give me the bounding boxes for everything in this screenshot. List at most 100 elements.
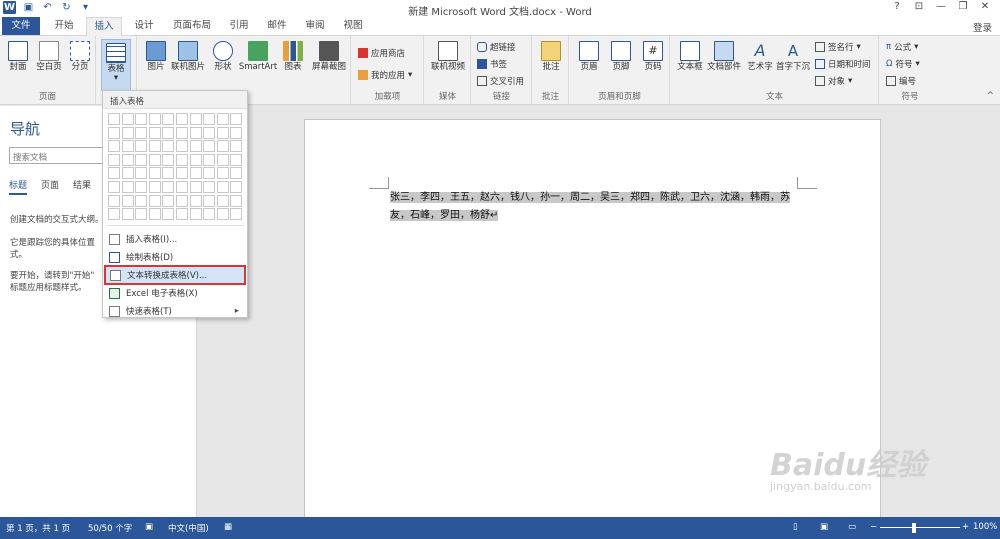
table-grid-cell[interactable] bbox=[121, 140, 134, 153]
table-grid-cell[interactable] bbox=[230, 140, 243, 153]
zoom-out-icon[interactable]: − bbox=[870, 522, 877, 532]
table-grid-cell[interactable] bbox=[108, 194, 120, 207]
table-grid-cell[interactable] bbox=[176, 181, 188, 193]
table-grid-cell[interactable] bbox=[108, 126, 120, 139]
table-grid-cell[interactable] bbox=[148, 113, 161, 125]
collapse-ribbon-icon[interactable]: ^ bbox=[986, 91, 994, 101]
drop-cap-button[interactable]: A 首字下沉 bbox=[775, 41, 811, 72]
comment-button[interactable]: 批注 bbox=[537, 41, 565, 72]
table-grid-cell[interactable] bbox=[203, 113, 216, 125]
bookmark-button[interactable]: 书签 bbox=[477, 58, 507, 70]
table-grid-cell[interactable] bbox=[162, 153, 175, 166]
table-grid-cell[interactable] bbox=[135, 181, 148, 193]
zoom-level[interactable]: 100% bbox=[973, 522, 997, 532]
tab-page-layout[interactable]: 页面布局 bbox=[166, 17, 218, 35]
table-grid-cell[interactable] bbox=[176, 208, 188, 221]
table-grid-cell[interactable] bbox=[216, 194, 229, 207]
quick-parts-button[interactable]: 文档部件 bbox=[705, 41, 743, 72]
signature-line-button[interactable]: 签名行 ▾ bbox=[815, 41, 861, 53]
nav-tab-pages[interactable]: 页面 bbox=[41, 178, 59, 195]
table-grid-cell[interactable] bbox=[135, 194, 148, 207]
table-grid-cell[interactable] bbox=[230, 153, 243, 166]
symbol-button[interactable]: Ω 符号 ▾ bbox=[886, 58, 920, 70]
zoom-in-icon[interactable]: + bbox=[962, 522, 969, 532]
cross-reference-button[interactable]: 交叉引用 bbox=[477, 75, 524, 87]
word-count[interactable]: 50/50 个字 bbox=[88, 522, 132, 534]
table-grid-cell[interactable] bbox=[121, 113, 134, 125]
table-grid-cell[interactable] bbox=[148, 181, 161, 193]
table-grid-cell[interactable] bbox=[189, 194, 202, 207]
wordart-button[interactable]: A 艺术字 bbox=[744, 41, 776, 72]
table-grid-cell[interactable] bbox=[230, 126, 243, 139]
table-grid-cell[interactable] bbox=[108, 208, 120, 221]
table-grid-cell[interactable] bbox=[203, 181, 216, 193]
table-grid-cell[interactable] bbox=[203, 194, 216, 207]
document-text[interactable]: 张三，李四，王五，赵六，钱八，孙一，周二，吴三，郑四，陈武，卫六，沈涵，韩雨，苏… bbox=[390, 189, 800, 225]
web-layout-icon[interactable]: ▭ bbox=[848, 522, 856, 532]
convert-text-to-table-menu-item[interactable]: 文本转换成表格(V)... bbox=[104, 265, 246, 285]
table-grid-cell[interactable] bbox=[189, 208, 202, 221]
table-grid-cell[interactable] bbox=[176, 126, 188, 139]
tab-home[interactable]: 开始 bbox=[46, 17, 82, 35]
table-grid-cell[interactable] bbox=[121, 208, 134, 221]
tab-file[interactable]: 文件 bbox=[2, 17, 40, 35]
page-number-button[interactable]: # 页码 bbox=[640, 41, 666, 72]
table-grid-cell[interactable] bbox=[108, 113, 120, 125]
tab-mailings[interactable]: 邮件 bbox=[260, 17, 294, 35]
help-icon[interactable]: ? bbox=[886, 1, 908, 12]
table-grid-cell[interactable] bbox=[189, 167, 202, 180]
table-grid-cell[interactable] bbox=[230, 167, 243, 180]
table-grid-cell[interactable] bbox=[148, 208, 161, 221]
online-pictures-button[interactable]: 联机图片 bbox=[170, 41, 206, 72]
table-grid-cell[interactable] bbox=[108, 140, 120, 153]
table-grid-cell[interactable] bbox=[135, 126, 148, 139]
table-grid-cell[interactable] bbox=[176, 194, 188, 207]
smartart-button[interactable]: SmartArt bbox=[238, 41, 278, 72]
header-button[interactable]: 页眉 bbox=[576, 41, 602, 72]
table-grid-cell[interactable] bbox=[135, 140, 148, 153]
table-grid-cell[interactable] bbox=[135, 167, 148, 180]
table-grid-cell[interactable] bbox=[216, 113, 229, 125]
table-grid-cell[interactable] bbox=[203, 140, 216, 153]
table-grid-cell[interactable] bbox=[108, 181, 120, 193]
page-count[interactable]: 第 1 页，共 1 页 bbox=[6, 522, 70, 534]
zoom-slider[interactable] bbox=[880, 527, 960, 528]
table-grid-cell[interactable] bbox=[189, 113, 202, 125]
selected-text-line-1[interactable]: 张三，李四，王五，赵六，钱八，孙一，周二，吴三，郑四，陈武，卫六，沈涵，韩雨，苏 bbox=[390, 192, 790, 203]
table-grid-cell[interactable] bbox=[135, 113, 148, 125]
hyperlink-button[interactable]: 超链接 bbox=[477, 41, 516, 53]
tab-review[interactable]: 审阅 bbox=[298, 17, 332, 35]
office-store-button[interactable]: 应用商店 bbox=[358, 47, 405, 59]
online-video-button[interactable]: 联机视频 bbox=[429, 41, 467, 72]
table-grid-cell[interactable] bbox=[148, 140, 161, 153]
table-grid-cell[interactable] bbox=[189, 140, 202, 153]
macro-icon[interactable]: ▦ bbox=[224, 522, 232, 532]
table-grid-cell[interactable] bbox=[162, 181, 175, 193]
proofing-icon[interactable]: ▣ bbox=[145, 522, 153, 532]
table-grid-cell[interactable] bbox=[148, 126, 161, 139]
minimize-icon[interactable]: — bbox=[930, 1, 952, 12]
table-grid-cell[interactable] bbox=[121, 167, 134, 180]
print-layout-icon[interactable]: ▣ bbox=[820, 522, 828, 532]
nav-tab-headings[interactable]: 标题 bbox=[9, 178, 28, 195]
table-grid-cell[interactable] bbox=[176, 167, 188, 180]
table-grid-cell[interactable] bbox=[108, 167, 120, 180]
table-grid-cell[interactable] bbox=[230, 208, 243, 221]
table-grid-cell[interactable] bbox=[189, 126, 202, 139]
table-grid-cell[interactable] bbox=[121, 126, 134, 139]
tab-insert[interactable]: 插入 bbox=[86, 17, 122, 36]
table-grid-cell[interactable] bbox=[162, 140, 175, 153]
tab-view[interactable]: 视图 bbox=[336, 17, 370, 35]
date-time-button[interactable]: 日期和时间 bbox=[815, 58, 871, 70]
table-grid-cell[interactable] bbox=[148, 167, 161, 180]
table-grid-cell[interactable] bbox=[216, 167, 229, 180]
cover-page-button[interactable]: 封面 bbox=[4, 41, 32, 72]
chart-button[interactable]: 图表 bbox=[282, 41, 304, 72]
read-mode-icon[interactable]: ▯ bbox=[793, 522, 798, 532]
numbering-button[interactable]: 编号 bbox=[886, 75, 916, 87]
table-grid-cell[interactable] bbox=[135, 208, 148, 221]
table-grid-cell[interactable] bbox=[162, 194, 175, 207]
table-grid-cell[interactable] bbox=[230, 181, 243, 193]
object-button[interactable]: 对象 ▾ bbox=[815, 75, 852, 87]
table-grid-cell[interactable] bbox=[203, 167, 216, 180]
